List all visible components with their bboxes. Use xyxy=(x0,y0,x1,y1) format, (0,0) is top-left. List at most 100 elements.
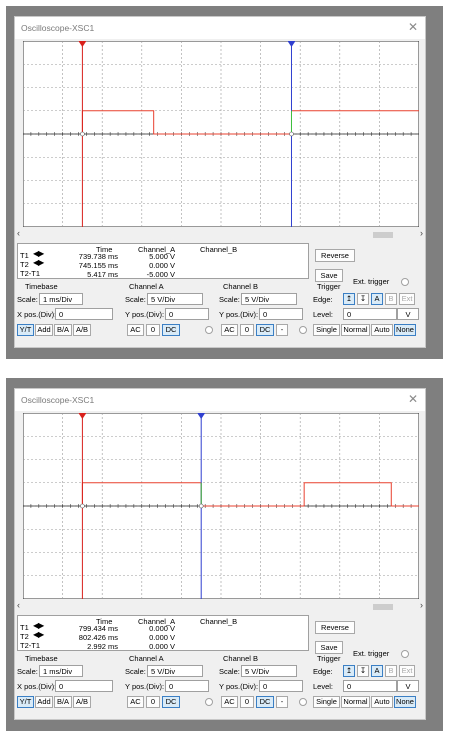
t2-t1-label: T2-T1 xyxy=(20,269,41,278)
scroll-left-icon[interactable]: ‹ xyxy=(17,228,20,238)
channel-b-zero-button[interactable]: 0 xyxy=(240,696,254,708)
cursor-t1-point xyxy=(80,131,85,137)
trigger-level-field[interactable]: 0 xyxy=(343,308,397,320)
scroll-right-icon[interactable]: › xyxy=(420,228,423,238)
channel-b-scale-field[interactable]: 5 V/Div xyxy=(241,293,297,305)
channel-a-y-pos-label: Y pos.(Div): xyxy=(125,682,165,691)
save-button[interactable]: Save xyxy=(315,269,343,282)
normal-mode-button[interactable]: Normal xyxy=(341,324,370,336)
x-pos-field[interactable]: 0 xyxy=(55,680,113,692)
channel-b-dc-button[interactable]: DC xyxy=(256,696,274,708)
channel-a-zero-button[interactable]: 0 xyxy=(146,324,160,336)
trigger-source-b-button[interactable]: B xyxy=(385,293,397,305)
channel-a-y-pos-field[interactable]: 0 xyxy=(165,308,209,320)
save-button[interactable]: Save xyxy=(315,641,343,654)
timebase-scale-label: Scale: xyxy=(17,295,38,304)
timebase-scale-field[interactable]: 1 ms/Div xyxy=(39,293,83,305)
t2-t1-label: T2-T1 xyxy=(20,641,41,650)
channel-a-dc-button[interactable]: DC xyxy=(162,696,180,708)
add-mode-button[interactable]: Add xyxy=(35,696,53,708)
none-mode-button[interactable]: None xyxy=(394,324,416,336)
trigger-level-field[interactable]: 0 xyxy=(343,680,397,692)
channel-b-radio[interactable] xyxy=(299,698,307,706)
x-pos-label: X pos.(Div): xyxy=(17,310,57,319)
trigger-source-a-button[interactable]: A xyxy=(371,293,383,305)
b-a-mode-button[interactable]: B/A xyxy=(54,696,72,708)
channel-b-radio[interactable] xyxy=(299,326,307,334)
channel-b-scale-field[interactable]: 5 V/Div xyxy=(241,665,297,677)
none-mode-button[interactable]: None xyxy=(394,696,416,708)
channel-a-y-pos-field[interactable]: 0 xyxy=(165,680,209,692)
trigger-level-unit[interactable]: V xyxy=(397,308,419,320)
scroll-thumb[interactable] xyxy=(373,232,393,238)
auto-mode-button[interactable]: Auto xyxy=(371,696,393,708)
channel-a-radio[interactable] xyxy=(205,326,213,334)
channel-a-scale-field[interactable]: 5 V/Div xyxy=(147,665,203,677)
window-title: Oscilloscope-XSC1 xyxy=(21,23,95,33)
channel-b-y-pos-label: Y pos.(Div): xyxy=(219,682,259,691)
falling-edge-icon[interactable]: ↧ xyxy=(357,293,369,305)
t2-label: T2 xyxy=(20,632,29,641)
channel-b-invert-button[interactable]: - xyxy=(276,696,288,708)
channel-a-title: Channel A xyxy=(129,282,164,291)
timebase-scale-field[interactable]: 1 ms/Div xyxy=(39,665,83,677)
channel-b-ac-button[interactable]: AC xyxy=(221,696,238,708)
trigger-source-ext-button[interactable]: Ext xyxy=(399,665,415,677)
scroll-left-icon[interactable]: ‹ xyxy=(17,600,20,610)
t2-arrows-icon[interactable]: ◀▶ xyxy=(33,259,55,267)
trigger-source-b-button[interactable]: B xyxy=(385,665,397,677)
a-b-mode-button[interactable]: A/B xyxy=(73,696,91,708)
channel-b-y-pos-field[interactable]: 0 xyxy=(259,308,303,320)
channel-b-dc-button[interactable]: DC xyxy=(256,324,274,336)
channel-a-group: Channel A Scale: 5 V/Div Y pos.(Div): 0 … xyxy=(125,282,217,342)
rising-edge-icon[interactable]: ↥ xyxy=(343,293,355,305)
y-t-mode-button[interactable]: Y/T xyxy=(17,324,34,336)
horizontal-scrollbar[interactable]: ‹ › xyxy=(15,600,425,611)
channel-a-ac-button[interactable]: AC xyxy=(127,696,144,708)
trigger-source-ext-button[interactable]: Ext xyxy=(399,293,415,305)
rising-edge-icon[interactable]: ↥ xyxy=(343,665,355,677)
channel-a-radio[interactable] xyxy=(205,698,213,706)
title-bar: Oscilloscope-XSC1 ✕ xyxy=(15,389,425,411)
cursor-t2-point xyxy=(289,131,294,137)
scroll-thumb[interactable] xyxy=(373,604,393,610)
reverse-button[interactable]: Reverse xyxy=(315,249,355,262)
single-mode-button[interactable]: Single xyxy=(313,324,340,336)
close-icon[interactable]: ✕ xyxy=(408,20,418,34)
channel-b-scale-label: Scale: xyxy=(219,295,240,304)
channel-b-ac-button[interactable]: AC xyxy=(221,324,238,336)
trigger-level-unit[interactable]: V xyxy=(397,680,419,692)
close-icon[interactable]: ✕ xyxy=(408,392,418,406)
channel-a-scale-field[interactable]: 5 V/Div xyxy=(147,293,203,305)
y-t-mode-button[interactable]: Y/T xyxy=(17,696,34,708)
channel-b-zero-button[interactable]: 0 xyxy=(240,324,254,336)
channel-b-invert-button[interactable]: - xyxy=(276,324,288,336)
b-a-mode-button[interactable]: B/A xyxy=(54,324,72,336)
channel-a-scale-label: Scale: xyxy=(125,667,146,676)
reverse-button[interactable]: Reverse xyxy=(315,621,355,634)
oscilloscope-window: Oscilloscope-XSC1 ✕ ‹ › Time Channel_A C… xyxy=(14,388,426,720)
x-pos-field[interactable]: 0 xyxy=(55,308,113,320)
t2-arrows-icon[interactable]: ◀▶ xyxy=(33,631,55,639)
add-mode-button[interactable]: Add xyxy=(35,324,53,336)
oscilloscope-screenshot-1: Oscilloscope-XSC1 ✕ ‹ › Time Channel_A C… xyxy=(6,6,443,359)
t1-arrows-icon[interactable]: ◀▶ xyxy=(33,250,55,258)
oscilloscope-display[interactable] xyxy=(23,41,419,227)
normal-mode-button[interactable]: Normal xyxy=(341,696,370,708)
single-mode-button[interactable]: Single xyxy=(313,696,340,708)
trigger-group: Trigger Edge: ↥ ↧ A B Ext Level: 0 V Sin… xyxy=(313,654,423,714)
oscilloscope-display[interactable] xyxy=(23,413,419,599)
horizontal-scrollbar[interactable]: ‹ › xyxy=(15,228,425,239)
channel-b-y-pos-field[interactable]: 0 xyxy=(259,680,303,692)
a-b-mode-button[interactable]: A/B xyxy=(73,324,91,336)
trigger-source-a-button[interactable]: A xyxy=(371,665,383,677)
channel-a-zero-button[interactable]: 0 xyxy=(146,696,160,708)
falling-edge-icon[interactable]: ↧ xyxy=(357,665,369,677)
auto-mode-button[interactable]: Auto xyxy=(371,324,393,336)
t1-arrows-icon[interactable]: ◀▶ xyxy=(33,622,55,630)
channel-b-group: Channel B Scale: 5 V/Div Y pos.(Div): 0 … xyxy=(219,282,311,342)
channel-a-dc-button[interactable]: DC xyxy=(162,324,180,336)
scroll-right-icon[interactable]: › xyxy=(420,600,423,610)
channel-a-ac-button[interactable]: AC xyxy=(127,324,144,336)
trigger-group: Trigger Edge: ↥ ↧ A B Ext Level: 0 V Sin… xyxy=(313,282,423,342)
